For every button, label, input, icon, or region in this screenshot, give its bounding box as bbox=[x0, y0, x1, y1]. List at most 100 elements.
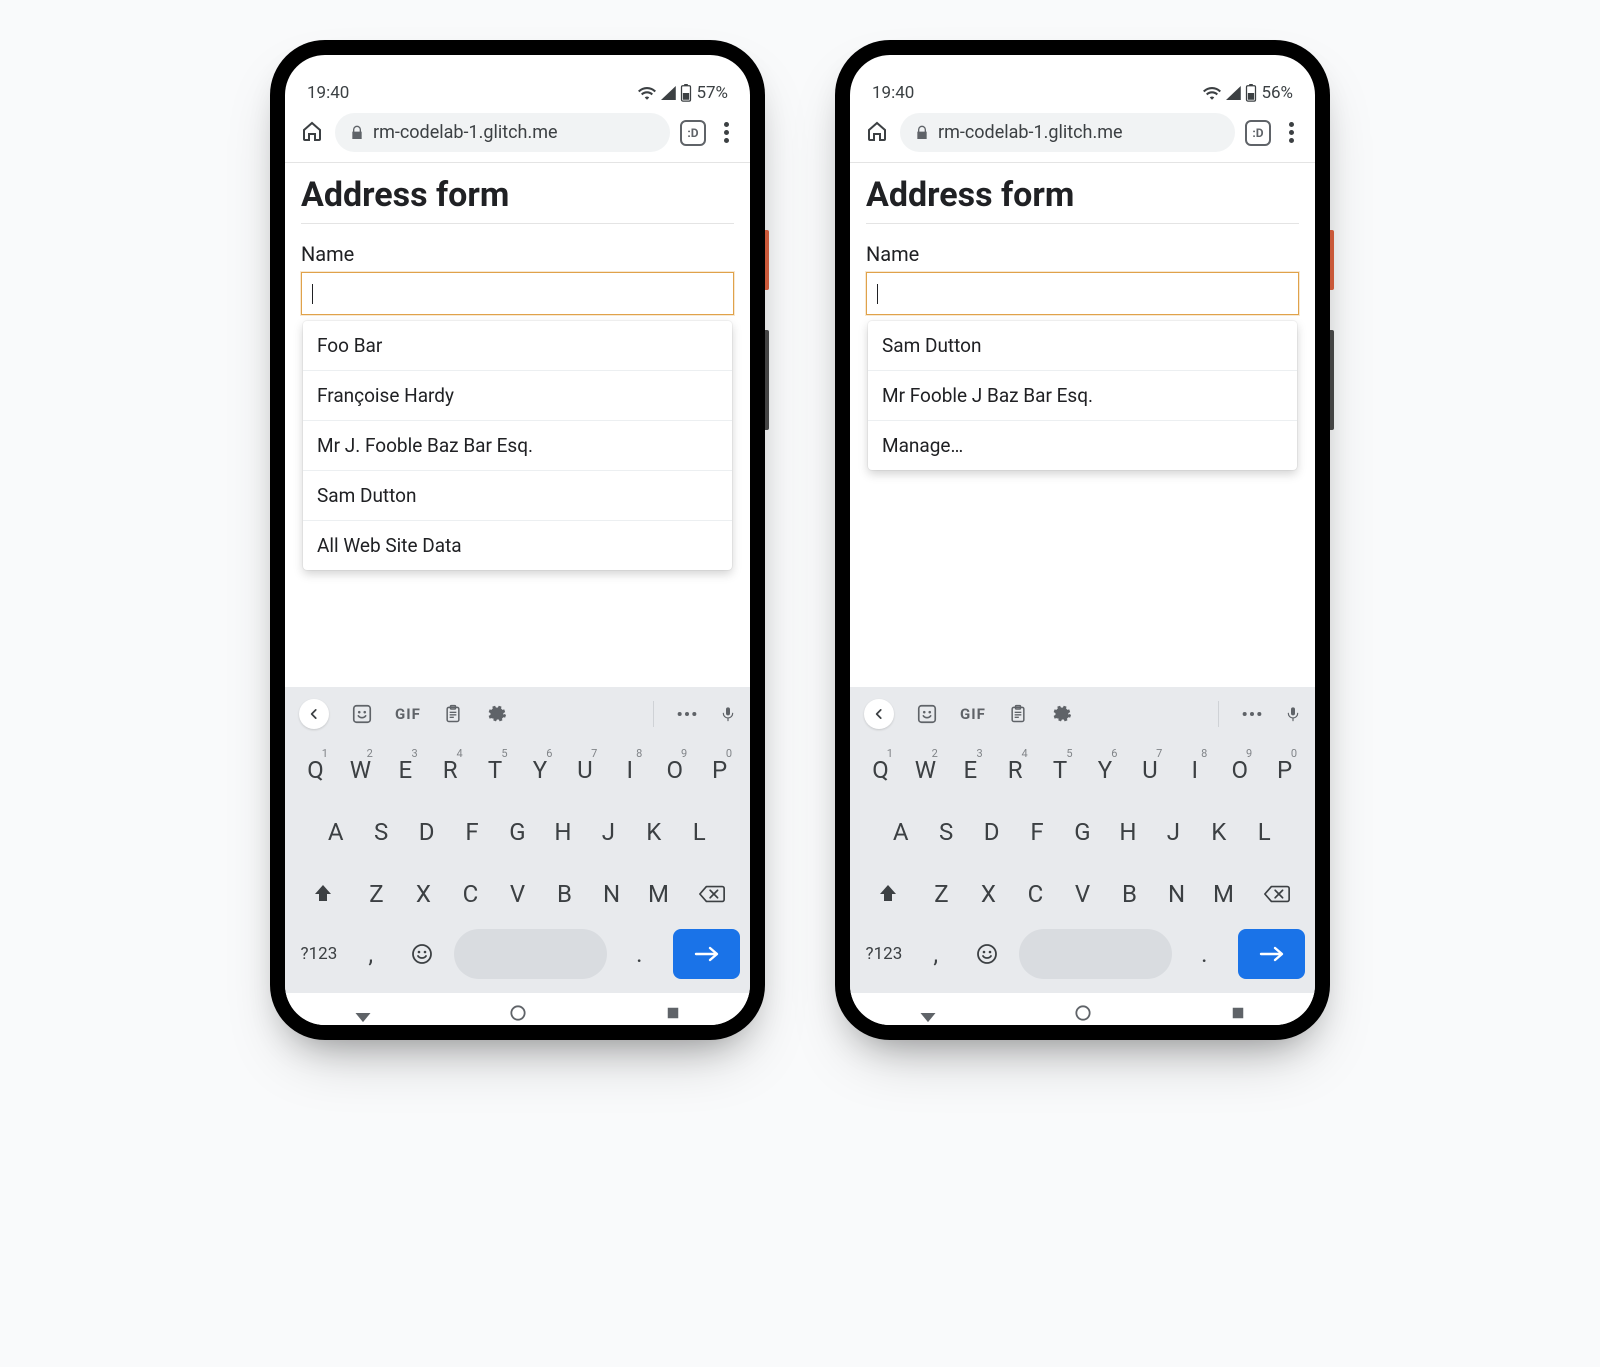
key-L[interactable]: L bbox=[1244, 805, 1285, 859]
mic-icon[interactable] bbox=[1285, 703, 1301, 725]
key-B[interactable]: B bbox=[1108, 867, 1151, 921]
mic-icon[interactable] bbox=[720, 703, 736, 725]
autofill-option[interactable]: Manage… bbox=[868, 421, 1297, 470]
sticker-icon[interactable] bbox=[916, 703, 938, 725]
name-input[interactable] bbox=[866, 272, 1299, 315]
key-Q[interactable]: 1Q bbox=[860, 743, 901, 797]
key-S[interactable]: S bbox=[360, 805, 401, 859]
comma-key[interactable]: , bbox=[912, 929, 960, 979]
key-C[interactable]: C bbox=[449, 867, 492, 921]
key-G[interactable]: G bbox=[1062, 805, 1103, 859]
key-X[interactable]: X bbox=[967, 867, 1010, 921]
key-X[interactable]: X bbox=[402, 867, 445, 921]
key-H[interactable]: H bbox=[1107, 805, 1148, 859]
key-D[interactable]: D bbox=[971, 805, 1012, 859]
key-E[interactable]: 3E bbox=[385, 743, 426, 797]
autofill-option[interactable]: Foo Bar bbox=[303, 321, 732, 371]
key-V[interactable]: V bbox=[1061, 867, 1104, 921]
clipboard-icon[interactable] bbox=[1008, 703, 1028, 725]
period-key[interactable]: . bbox=[1180, 929, 1228, 979]
emoji-key[interactable] bbox=[399, 929, 447, 979]
more-icon[interactable] bbox=[676, 710, 698, 718]
emoji-key[interactable] bbox=[964, 929, 1012, 979]
key-H[interactable]: H bbox=[542, 805, 583, 859]
key-P[interactable]: 0P bbox=[699, 743, 740, 797]
symbols-key[interactable]: ?123 bbox=[295, 929, 343, 979]
gif-button[interactable]: GIF bbox=[960, 705, 986, 723]
key-L[interactable]: L bbox=[679, 805, 720, 859]
key-Z[interactable]: Z bbox=[920, 867, 963, 921]
key-W[interactable]: 2W bbox=[905, 743, 946, 797]
symbols-key[interactable]: ?123 bbox=[860, 929, 908, 979]
overflow-menu[interactable] bbox=[1281, 122, 1301, 143]
address-bar[interactable]: rm-codelab-1.glitch.me bbox=[900, 113, 1235, 152]
nav-home-icon[interactable] bbox=[1073, 1003, 1093, 1023]
nav-recent-icon[interactable] bbox=[1229, 1004, 1247, 1022]
enter-key[interactable] bbox=[673, 929, 740, 979]
key-C[interactable]: C bbox=[1014, 867, 1057, 921]
key-U[interactable]: 7U bbox=[1129, 743, 1170, 797]
power-button[interactable] bbox=[765, 230, 769, 290]
key-T[interactable]: 5T bbox=[1040, 743, 1081, 797]
enter-key[interactable] bbox=[1238, 929, 1305, 979]
key-K[interactable]: K bbox=[1198, 805, 1239, 859]
name-input[interactable] bbox=[301, 272, 734, 315]
key-R[interactable]: 4R bbox=[430, 743, 471, 797]
key-Y[interactable]: 6Y bbox=[520, 743, 561, 797]
key-F[interactable]: F bbox=[451, 805, 492, 859]
key-N[interactable]: N bbox=[590, 867, 633, 921]
key-Q[interactable]: 1Q bbox=[295, 743, 336, 797]
key-R[interactable]: 4R bbox=[995, 743, 1036, 797]
key-F[interactable]: F bbox=[1016, 805, 1057, 859]
backspace-key[interactable] bbox=[1249, 867, 1305, 921]
key-A[interactable]: A bbox=[880, 805, 921, 859]
autofill-option[interactable]: Françoise Hardy bbox=[303, 371, 732, 421]
key-I[interactable]: 8I bbox=[1174, 743, 1215, 797]
clipboard-icon[interactable] bbox=[443, 703, 463, 725]
autofill-option[interactable]: Mr Fooble J Baz Bar Esq. bbox=[868, 371, 1297, 421]
autofill-option[interactable]: Sam Dutton bbox=[868, 321, 1297, 371]
key-S[interactable]: S bbox=[925, 805, 966, 859]
key-B[interactable]: B bbox=[543, 867, 586, 921]
autofill-option[interactable]: Sam Dutton bbox=[303, 471, 732, 521]
key-O[interactable]: 9O bbox=[1219, 743, 1260, 797]
shift-key[interactable] bbox=[295, 867, 351, 921]
gear-icon[interactable] bbox=[1050, 703, 1072, 725]
autofill-option[interactable]: Mr J. Fooble Baz Bar Esq. bbox=[303, 421, 732, 471]
key-M[interactable]: M bbox=[1202, 867, 1245, 921]
key-J[interactable]: J bbox=[588, 805, 629, 859]
nav-back-icon[interactable] bbox=[918, 1003, 938, 1023]
period-key[interactable]: . bbox=[615, 929, 663, 979]
kb-collapse-icon[interactable] bbox=[864, 699, 894, 729]
key-E[interactable]: 3E bbox=[950, 743, 991, 797]
key-V[interactable]: V bbox=[496, 867, 539, 921]
gear-icon[interactable] bbox=[485, 703, 507, 725]
key-T[interactable]: 5T bbox=[475, 743, 516, 797]
tab-switcher[interactable]: :D bbox=[1245, 120, 1271, 146]
key-W[interactable]: 2W bbox=[340, 743, 381, 797]
shift-key[interactable] bbox=[860, 867, 916, 921]
autofill-option[interactable]: All Web Site Data bbox=[303, 521, 732, 570]
key-P[interactable]: 0P bbox=[1264, 743, 1305, 797]
home-button[interactable] bbox=[864, 119, 890, 147]
address-bar[interactable]: rm-codelab-1.glitch.me bbox=[335, 113, 670, 152]
backspace-key[interactable] bbox=[684, 867, 740, 921]
sticker-icon[interactable] bbox=[351, 703, 373, 725]
volume-button[interactable] bbox=[765, 330, 769, 430]
key-M[interactable]: M bbox=[637, 867, 680, 921]
power-button[interactable] bbox=[1330, 230, 1334, 290]
nav-recent-icon[interactable] bbox=[664, 1004, 682, 1022]
tab-switcher[interactable]: :D bbox=[680, 120, 706, 146]
comma-key[interactable]: , bbox=[347, 929, 395, 979]
kb-collapse-icon[interactable] bbox=[299, 699, 329, 729]
home-button[interactable] bbox=[299, 119, 325, 147]
key-J[interactable]: J bbox=[1153, 805, 1194, 859]
nav-back-icon[interactable] bbox=[353, 1003, 373, 1023]
key-I[interactable]: 8I bbox=[609, 743, 650, 797]
key-K[interactable]: K bbox=[633, 805, 674, 859]
key-O[interactable]: 9O bbox=[654, 743, 695, 797]
key-N[interactable]: N bbox=[1155, 867, 1198, 921]
space-key[interactable] bbox=[454, 929, 607, 979]
key-D[interactable]: D bbox=[406, 805, 447, 859]
nav-home-icon[interactable] bbox=[508, 1003, 528, 1023]
